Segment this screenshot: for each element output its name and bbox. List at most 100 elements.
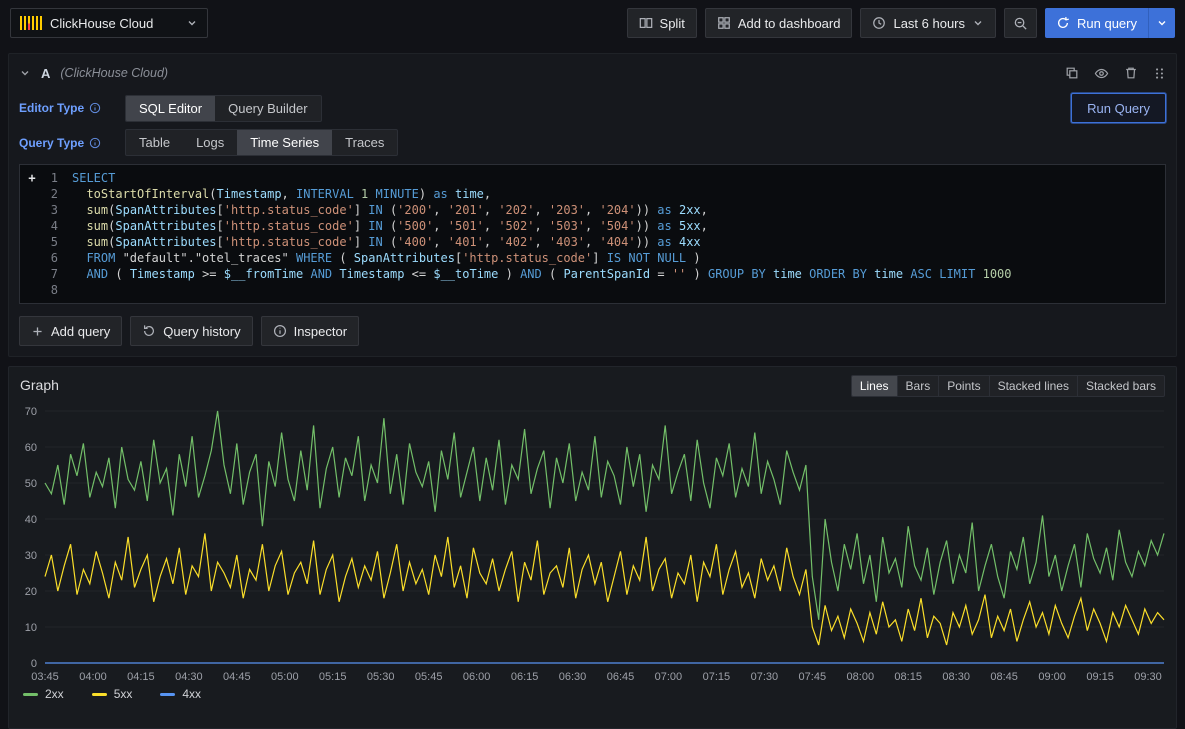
mode-points[interactable]: Points bbox=[939, 376, 989, 396]
graph-legend: 2xx 5xx 4xx bbox=[9, 687, 1176, 707]
duplicate-query-icon[interactable] bbox=[1065, 66, 1079, 80]
legend-label: 4xx bbox=[182, 687, 201, 701]
graph-panel: Graph LinesBarsPointsStacked linesStacke… bbox=[8, 366, 1177, 729]
legend-label: 5xx bbox=[114, 687, 133, 701]
tab-logs[interactable]: Logs bbox=[183, 130, 237, 155]
svg-text:04:45: 04:45 bbox=[223, 671, 251, 683]
svg-text:20: 20 bbox=[25, 586, 37, 598]
code-line: 8 bbox=[24, 282, 1161, 298]
legend-swatch bbox=[92, 693, 107, 696]
split-label: Split bbox=[660, 16, 685, 31]
datasource-name: ClickHouse Cloud bbox=[50, 16, 178, 31]
graph-mode-group: LinesBarsPointsStacked linesStacked bars bbox=[851, 375, 1165, 397]
run-query-button[interactable]: Run query bbox=[1045, 8, 1148, 38]
tab-table[interactable]: Table bbox=[126, 130, 183, 155]
datasource-picker[interactable]: ClickHouse Cloud bbox=[10, 8, 208, 38]
svg-text:10: 10 bbox=[25, 622, 37, 634]
legend-swatch bbox=[23, 693, 38, 696]
code-line: 6 FROM "default"."otel_traces" WHERE ( S… bbox=[24, 250, 1161, 266]
zoom-out-button[interactable] bbox=[1004, 8, 1037, 38]
legend-item-5xx[interactable]: 5xx bbox=[92, 687, 133, 701]
query-datasource-hint: (ClickHouse Cloud) bbox=[60, 66, 168, 80]
drag-handle-icon[interactable] bbox=[1153, 67, 1166, 80]
svg-text:04:30: 04:30 bbox=[175, 671, 203, 683]
legend-item-2xx[interactable]: 2xx bbox=[23, 687, 64, 701]
svg-text:07:15: 07:15 bbox=[703, 671, 731, 683]
add-line-icon[interactable]: + bbox=[24, 170, 40, 186]
run-query-dropdown[interactable] bbox=[1148, 8, 1175, 38]
svg-text:04:00: 04:00 bbox=[79, 671, 107, 683]
code-line: 7 AND ( Timestamp >= $__fromTime AND Tim… bbox=[24, 266, 1161, 282]
query-history-label: Query history bbox=[163, 324, 240, 339]
timeseries-chart[interactable]: 01020304050607003:4504:0004:1504:3004:45… bbox=[11, 401, 1176, 687]
tab-query-builder[interactable]: Query Builder bbox=[215, 96, 320, 121]
sql-code-editor[interactable]: +1 SELECT2 toStartOfInterval(Timestamp, I… bbox=[19, 164, 1166, 304]
legend-item-4xx[interactable]: 4xx bbox=[160, 687, 201, 701]
code-line: 3 sum(SpanAttributes['http.status_code']… bbox=[24, 202, 1161, 218]
time-range-picker[interactable]: Last 6 hours bbox=[860, 8, 996, 38]
svg-text:09:00: 09:00 bbox=[1038, 671, 1066, 683]
code-text: toStartOfInterval(Timestamp, INTERVAL 1 … bbox=[72, 186, 491, 202]
editor-type-row: Editor Type SQL Editor Query Builder Run… bbox=[19, 93, 1166, 123]
run-query-panel-button[interactable]: Run Query bbox=[1071, 93, 1166, 123]
clock-icon bbox=[872, 16, 886, 30]
code-line: 2 toStartOfInterval(Timestamp, INTERVAL … bbox=[24, 186, 1161, 202]
svg-text:07:30: 07:30 bbox=[751, 671, 779, 683]
chevron-down-icon bbox=[186, 17, 198, 29]
svg-text:70: 70 bbox=[25, 406, 37, 418]
history-icon bbox=[142, 324, 156, 338]
mode-stacked-bars[interactable]: Stacked bars bbox=[1078, 376, 1164, 396]
svg-text:60: 60 bbox=[25, 442, 37, 454]
graph-header: Graph LinesBarsPointsStacked linesStacke… bbox=[9, 367, 1176, 399]
zoom-out-icon bbox=[1013, 16, 1028, 31]
add-query-label: Add query bbox=[51, 324, 110, 339]
line-number: 5 bbox=[40, 234, 58, 250]
inspector-button[interactable]: Inspector bbox=[261, 316, 359, 346]
mode-bars[interactable]: Bars bbox=[898, 376, 940, 396]
mode-stacked-lines[interactable]: Stacked lines bbox=[990, 376, 1078, 396]
legend-swatch bbox=[160, 693, 175, 696]
code-text: sum(SpanAttributes['http.status_code'] I… bbox=[72, 202, 708, 218]
collapse-chevron-icon[interactable] bbox=[19, 67, 31, 79]
svg-text:0: 0 bbox=[31, 658, 37, 670]
split-icon bbox=[639, 16, 653, 30]
run-query-label: Run query bbox=[1077, 16, 1137, 31]
sync-icon bbox=[1056, 16, 1070, 30]
mode-lines[interactable]: Lines bbox=[852, 376, 898, 396]
split-button[interactable]: Split bbox=[627, 8, 697, 38]
query-editor-panel: A (ClickHouse Cloud) Editor Type SQL Edi… bbox=[8, 53, 1177, 357]
svg-text:06:00: 06:00 bbox=[463, 671, 491, 683]
svg-text:06:15: 06:15 bbox=[511, 671, 539, 683]
svg-text:08:15: 08:15 bbox=[894, 671, 922, 683]
code-text: FROM "default"."otel_traces" WHERE ( Spa… bbox=[72, 250, 701, 266]
code-text: AND ( Timestamp >= $__fromTime AND Times… bbox=[72, 266, 1012, 282]
svg-text:30: 30 bbox=[25, 550, 37, 562]
tab-sql-editor[interactable]: SQL Editor bbox=[126, 96, 215, 121]
editor-type-label: Editor Type bbox=[19, 101, 125, 115]
legend-label: 2xx bbox=[45, 687, 64, 701]
query-type-label-text: Query Type bbox=[19, 136, 84, 150]
info-icon bbox=[89, 102, 101, 114]
query-type-switch: Table Logs Time Series Traces bbox=[125, 129, 398, 156]
editor-type-label-text: Editor Type bbox=[19, 101, 84, 115]
eye-icon[interactable] bbox=[1094, 66, 1109, 81]
query-type-label: Query Type bbox=[19, 136, 125, 150]
trash-icon[interactable] bbox=[1124, 66, 1138, 80]
query-history-button[interactable]: Query history bbox=[130, 316, 252, 346]
plus-icon bbox=[31, 325, 44, 338]
chevron-down-icon bbox=[972, 17, 984, 29]
query-type-row: Query Type Table Logs Time Series Traces bbox=[19, 129, 1166, 156]
tab-traces[interactable]: Traces bbox=[332, 130, 397, 155]
panel-title: Graph bbox=[20, 375, 59, 393]
add-query-button[interactable]: Add query bbox=[19, 316, 122, 346]
svg-text:50: 50 bbox=[25, 478, 37, 490]
add-to-dashboard-button[interactable]: Add to dashboard bbox=[705, 8, 853, 38]
tab-time-series[interactable]: Time Series bbox=[237, 130, 332, 155]
inspector-label: Inspector bbox=[294, 324, 347, 339]
code-text: SELECT bbox=[72, 170, 115, 186]
line-number: 7 bbox=[40, 266, 58, 282]
line-number: 6 bbox=[40, 250, 58, 266]
code-line: 5 sum(SpanAttributes['http.status_code']… bbox=[24, 234, 1161, 250]
line-number: 1 bbox=[40, 170, 58, 186]
query-header-actions bbox=[1065, 66, 1166, 81]
